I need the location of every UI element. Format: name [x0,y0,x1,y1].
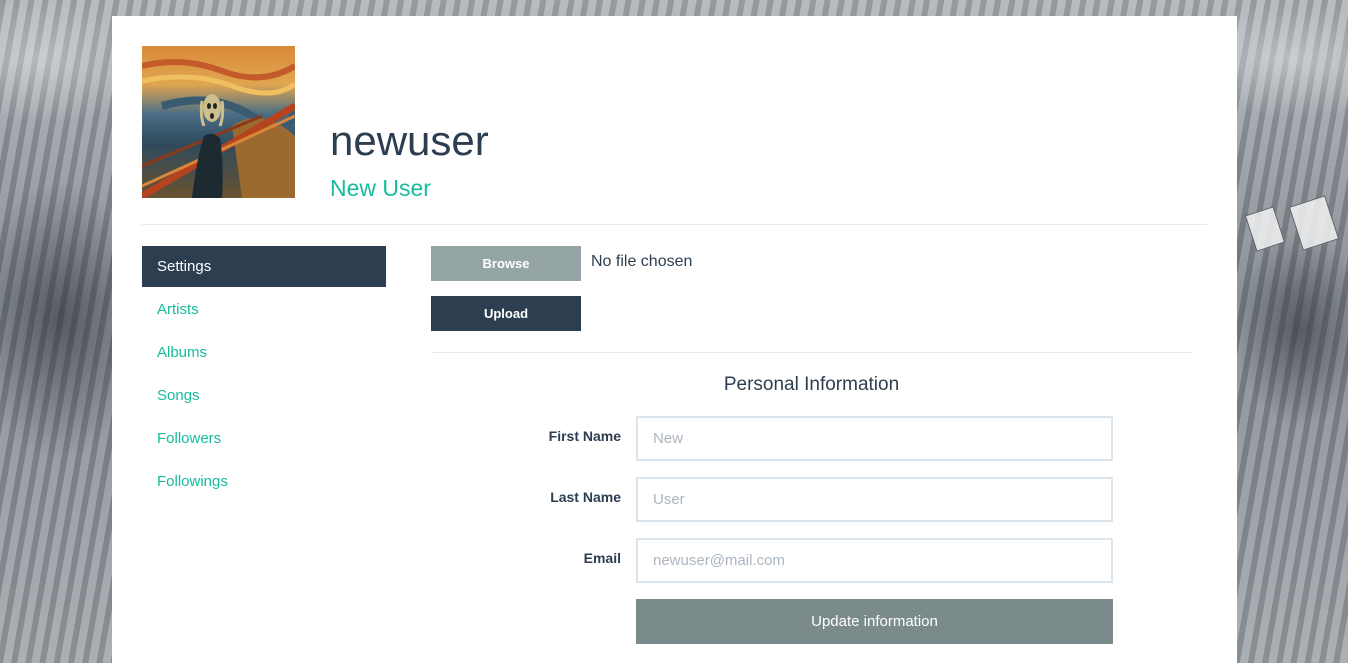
sidebar-item-followers[interactable]: Followers [142,418,386,459]
sidebar-item-settings[interactable]: Settings [142,246,386,287]
background-record-sleeve [1244,206,1286,252]
last-name-field[interactable] [636,477,1113,522]
sidebar-item-songs[interactable]: Songs [142,375,386,416]
update-information-button[interactable]: Update information [636,599,1113,644]
section-divider [431,352,1192,353]
avatar [142,46,295,198]
file-status-text: No file chosen [591,253,693,270]
full-name-subheading: New User [330,175,431,201]
first-name-label: First Name [548,428,621,444]
personal-information-title: Personal Information [723,374,900,395]
last-name-label: Last Name [550,489,621,505]
browse-button[interactable]: Browse [431,246,581,281]
sidebar-item-albums[interactable]: Albums [142,332,386,373]
background-record-sleeve [1288,195,1340,251]
username-heading: newuser [330,117,489,164]
email-field[interactable] [636,538,1113,583]
sidebar-item-artists[interactable]: Artists [142,289,386,330]
first-name-field[interactable] [636,416,1113,461]
header-divider [142,224,1207,225]
email-label: Email [583,550,621,566]
profile-card: newuser New User Settings Artists Albums… [112,16,1237,663]
sidebar-nav: Settings Artists Albums Songs Followers … [142,246,386,504]
upload-button[interactable]: Upload [431,296,581,331]
scream-painting-avatar [142,46,295,198]
sidebar-item-followings[interactable]: Followings [142,461,386,502]
